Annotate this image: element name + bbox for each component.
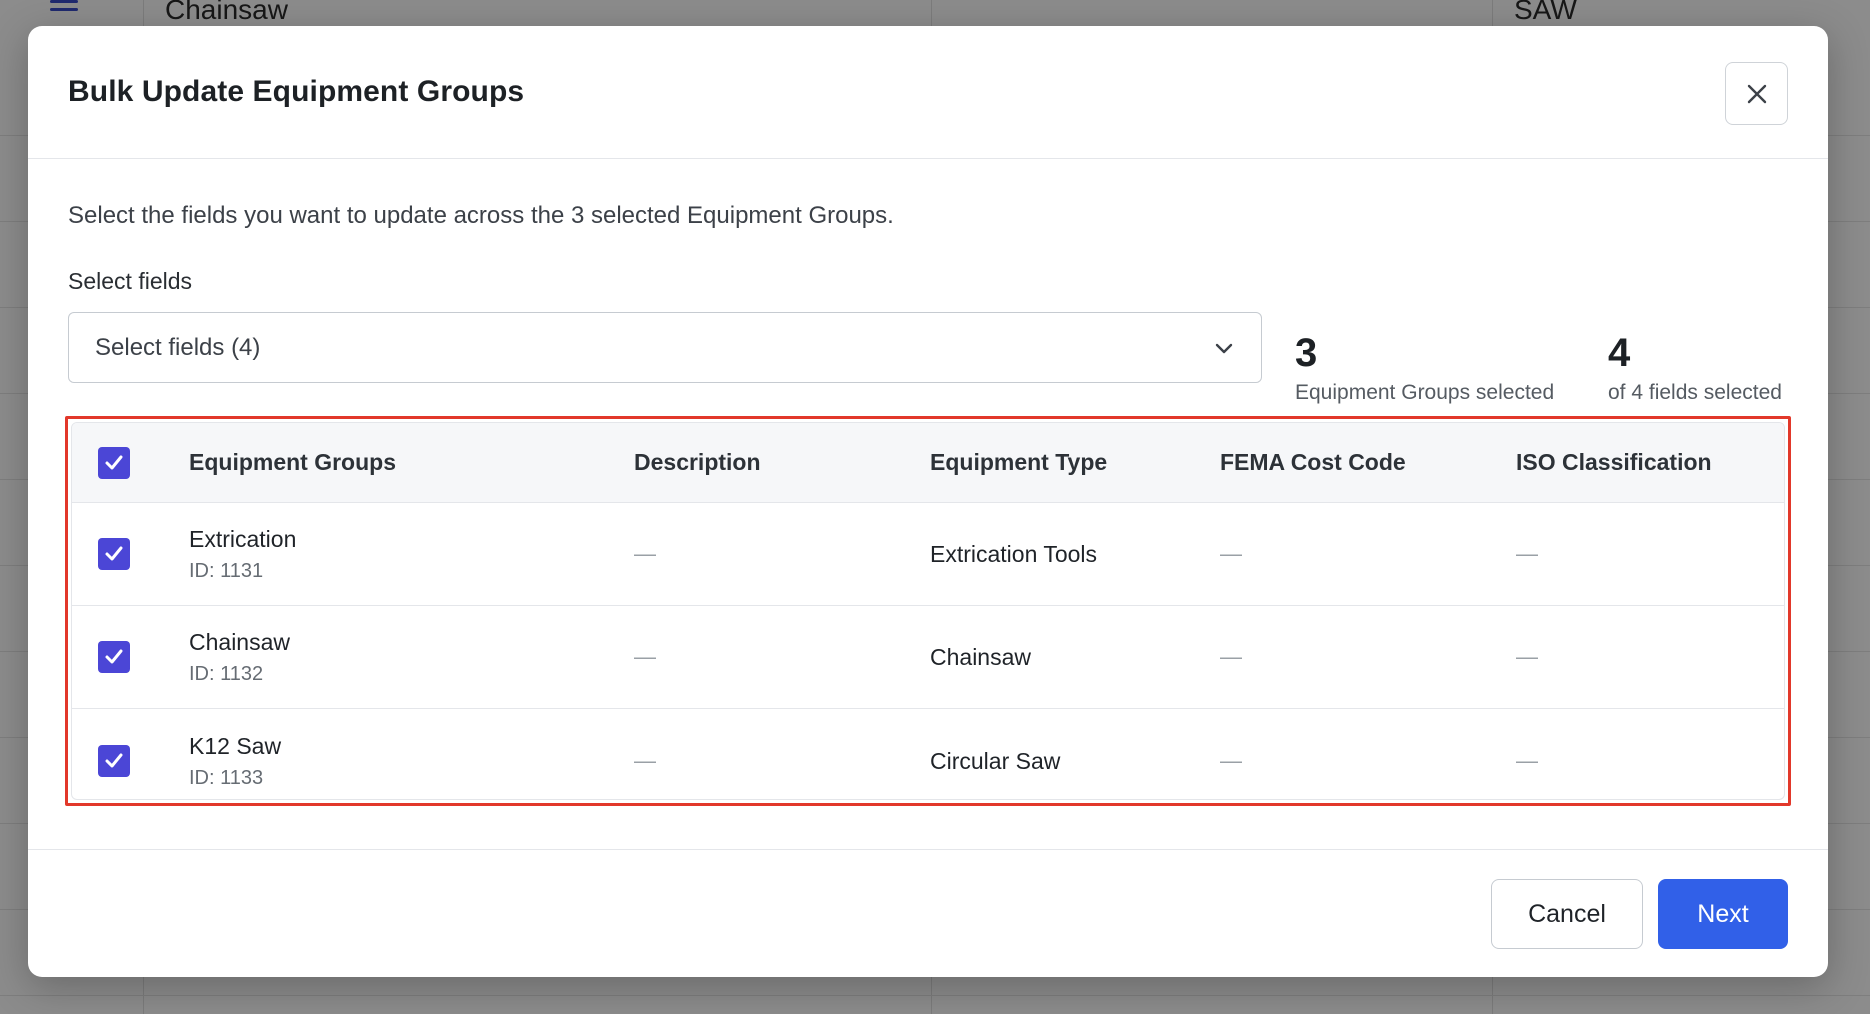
- intro-text: Select the fields you want to update acr…: [68, 202, 894, 229]
- group-id: ID: 1131: [189, 559, 264, 582]
- chevron-down-icon: [1215, 343, 1233, 353]
- iso-classification-value: —: [1516, 644, 1538, 669]
- description-value: —: [634, 541, 656, 566]
- equipment-groups-table: Equipment Groups Description Equipment T…: [71, 422, 1785, 800]
- row-checkbox[interactable]: [98, 641, 130, 673]
- groups-count: 3: [1295, 331, 1318, 375]
- iso-classification-value: —: [1516, 541, 1538, 566]
- fema-cost-code-value: —: [1220, 748, 1242, 773]
- equipment-type-value: Extrication Tools: [930, 540, 1098, 567]
- close-icon: [1747, 84, 1766, 103]
- table-header-row: Equipment Groups Description Equipment T…: [72, 423, 1784, 503]
- table-row[interactable]: Extrication ID: 1131 — Extrication Tools…: [72, 503, 1784, 606]
- modal-header: Bulk Update Equipment Groups: [28, 26, 1828, 159]
- modal-footer: Cancel Next: [28, 849, 1828, 977]
- select-all-checkbox[interactable]: [98, 446, 130, 479]
- equipment-type-value: Circular Saw: [930, 747, 1061, 774]
- group-id: ID: 1132: [189, 662, 264, 685]
- modal-title: Bulk Update Equipment Groups: [68, 75, 525, 108]
- groups-label: Equipment Groups selected: [1295, 381, 1555, 404]
- header-fema-cost-code[interactable]: FEMA Cost Code: [1220, 449, 1406, 476]
- description-value: —: [634, 748, 656, 773]
- select-fields-dropdown[interactable]: Select fields (4): [68, 312, 1262, 383]
- equipment-type-value: Chainsaw: [930, 643, 1031, 670]
- equipment-groups-table-highlight: Equipment Groups Description Equipment T…: [65, 416, 1791, 806]
- bulk-update-modal: Bulk Update Equipment Groups Select the …: [28, 26, 1828, 977]
- fields-selected-stat: 4 of 4 fields selected: [1608, 333, 1782, 405]
- select-fields-value: Select fields (4): [95, 333, 261, 361]
- description-value: —: [634, 644, 656, 669]
- cancel-button[interactable]: Cancel: [1491, 879, 1643, 949]
- header-equipment-type[interactable]: Equipment Type: [930, 449, 1107, 476]
- iso-classification-value: —: [1516, 748, 1538, 773]
- group-name: Chainsaw: [189, 628, 290, 655]
- fema-cost-code-value: —: [1220, 541, 1242, 566]
- close-button[interactable]: [1725, 62, 1788, 125]
- row-checkbox[interactable]: [98, 745, 130, 777]
- fields-count: 4: [1608, 331, 1631, 375]
- row-checkbox[interactable]: [98, 538, 130, 570]
- groups-selected-stat: 3 Equipment Groups selected: [1295, 333, 1554, 405]
- check-icon: [105, 649, 123, 664]
- header-equipment-groups[interactable]: Equipment Groups: [189, 449, 396, 476]
- group-name: Extrication: [189, 525, 297, 552]
- header-description[interactable]: Description: [634, 449, 761, 476]
- fields-label: of 4 fields selected: [1608, 381, 1782, 404]
- next-button[interactable]: Next: [1658, 879, 1788, 949]
- group-name: K12 Saw: [189, 732, 282, 759]
- select-fields-label: Select fields: [68, 268, 193, 294]
- fema-cost-code-value: —: [1220, 644, 1242, 669]
- table-row[interactable]: K12 Saw ID: 1133 — Circular Saw — —: [72, 709, 1784, 799]
- check-icon: [105, 455, 123, 469]
- table-row[interactable]: Chainsaw ID: 1132 — Chainsaw — —: [72, 606, 1784, 709]
- header-iso-classification[interactable]: ISO Classification: [1516, 449, 1712, 476]
- group-id: ID: 1133: [189, 766, 264, 789]
- check-icon: [105, 546, 123, 561]
- check-icon: [105, 753, 123, 768]
